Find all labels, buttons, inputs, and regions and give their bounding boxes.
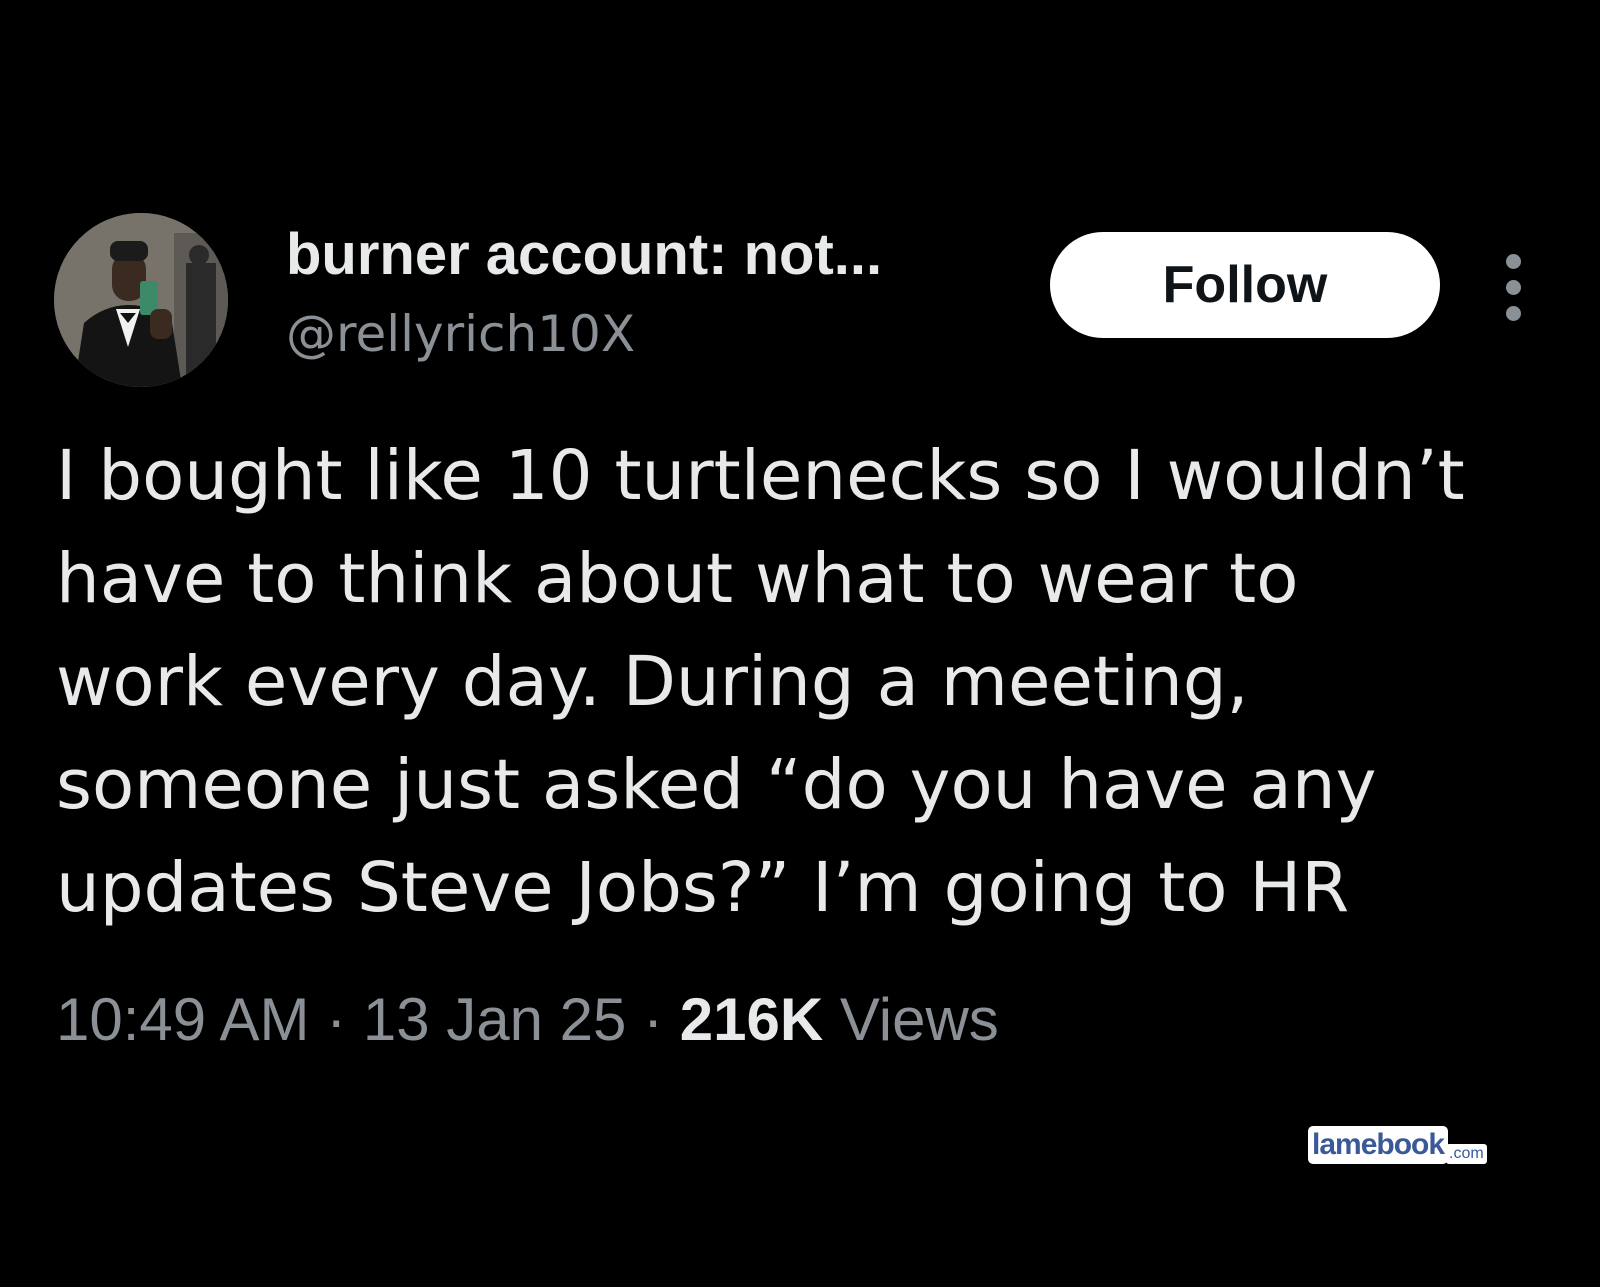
- tweet-text-line: updates Steve Jobs?” I’m going to HR: [56, 848, 1350, 928]
- watermark-name: lamebook: [1308, 1126, 1449, 1164]
- tweet-text-line: work every day. During a meeting,: [56, 642, 1249, 722]
- tweet-text-line: I bought like 10 turtlenecks so I wouldn…: [56, 436, 1465, 516]
- tweet-date[interactable]: 13 Jan 25: [363, 986, 627, 1053]
- avatar[interactable]: [54, 213, 228, 387]
- views-label: Views: [839, 986, 999, 1053]
- meta-separator: ·: [643, 986, 664, 1053]
- follow-button[interactable]: Follow: [1050, 232, 1440, 338]
- display-name[interactable]: burner account: not...: [286, 222, 882, 288]
- tweet-text-line: have to think about what to wear to: [56, 539, 1299, 619]
- more-vertical-icon[interactable]: [1496, 252, 1532, 324]
- views-count[interactable]: 216K: [680, 986, 823, 1053]
- user-handle[interactable]: @rellyrich10X: [286, 304, 635, 364]
- tweet-card: burner account: not... @rellyrich10X Fol…: [0, 0, 1600, 1287]
- tweet-text-line: someone just asked “do you have any: [56, 745, 1377, 825]
- watermark-tld: .com: [1446, 1144, 1487, 1164]
- avatar-photo: [54, 213, 228, 387]
- tweet-time[interactable]: 10:49 AM: [56, 986, 310, 1053]
- tweet-text: I bought like 10 turtlenecks so I wouldn…: [56, 425, 1576, 940]
- meta-separator: ·: [326, 986, 347, 1053]
- tweet-meta: 10:49 AM · 13 Jan 25 · 216K Views: [56, 985, 999, 1055]
- lamebook-watermark: lamebook .com: [1308, 1126, 1487, 1164]
